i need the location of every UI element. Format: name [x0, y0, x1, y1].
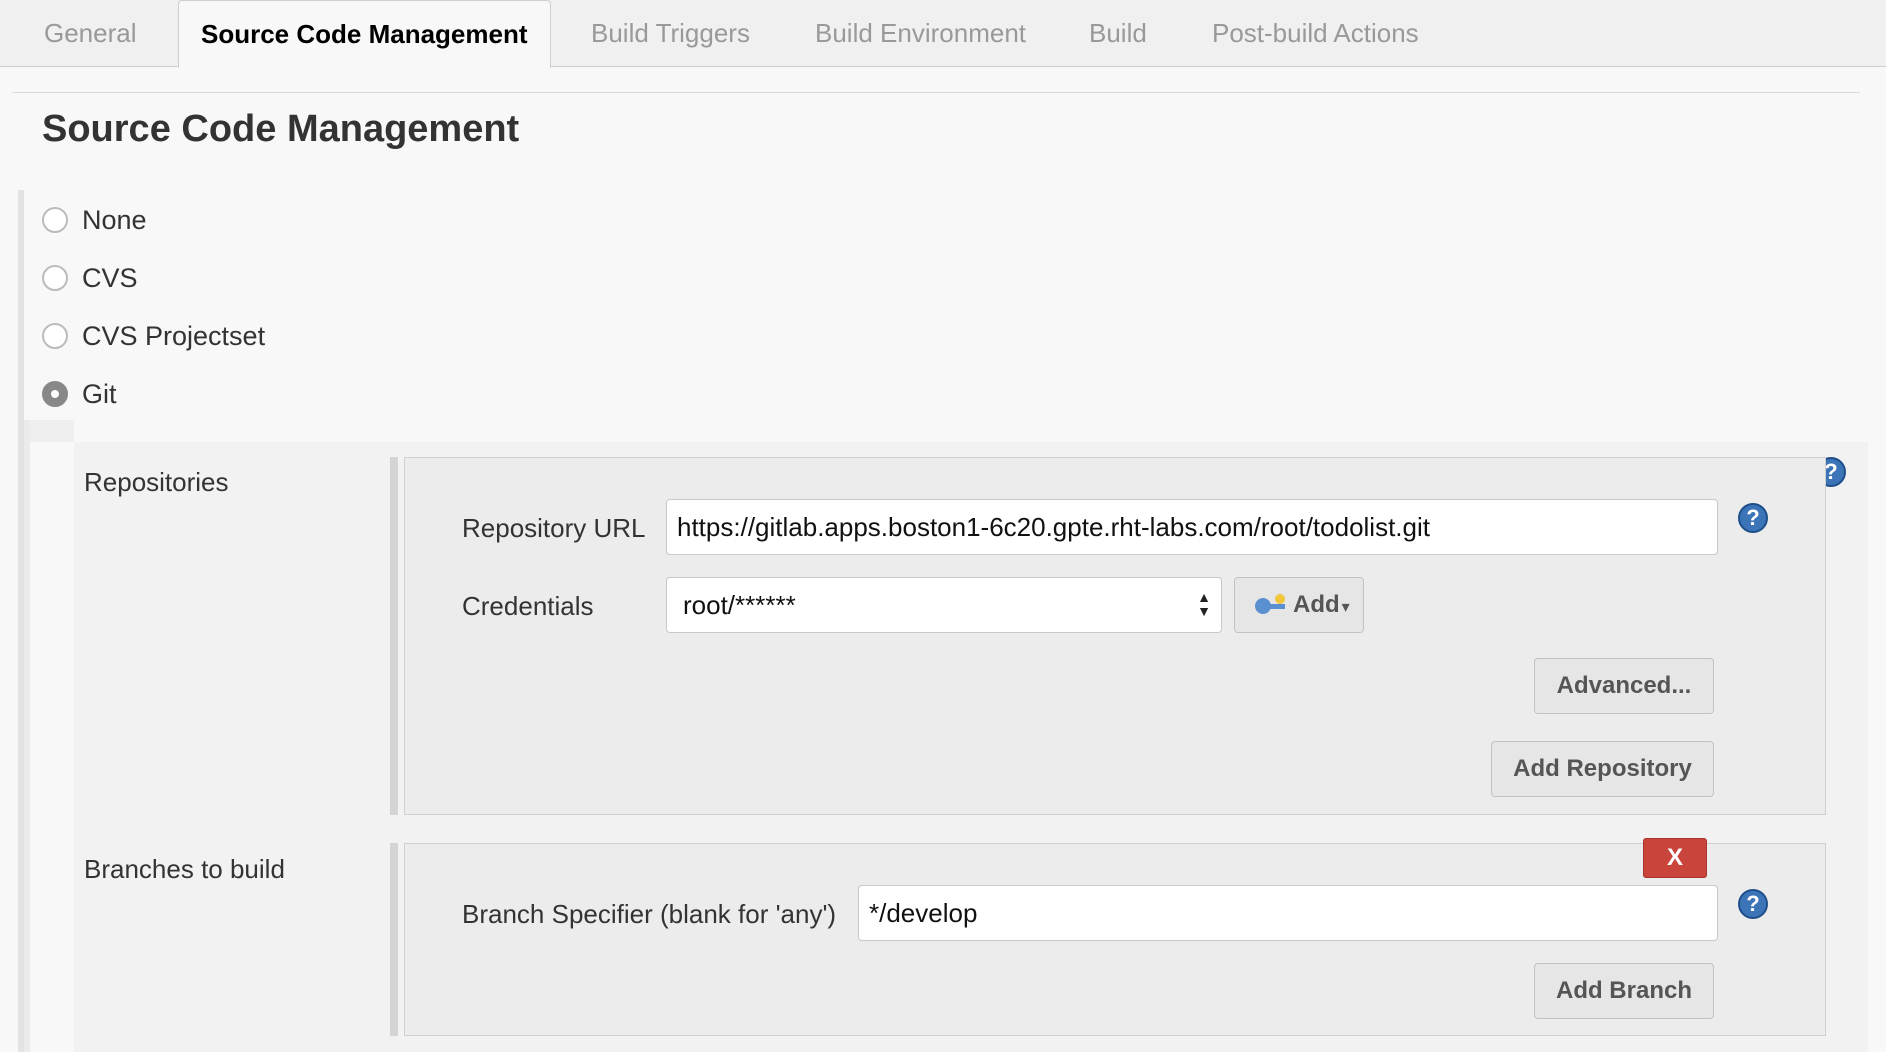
key-icon: [1255, 593, 1287, 616]
repositories-box-edge: [390, 457, 398, 815]
radio-cvs-projectset[interactable]: [42, 323, 68, 349]
branches-box-edge: [390, 843, 398, 1036]
radio-cvs[interactable]: [42, 265, 68, 291]
repositories-label: Repositories: [84, 467, 229, 497]
select-arrows-icon: ▲ ▼: [1197, 589, 1211, 619]
branch-specifier-input[interactable]: */develop: [858, 885, 1718, 941]
add-credentials-button[interactable]: Add ▾: [1234, 577, 1364, 633]
tab-bar: General Source Code Management Build Tri…: [0, 0, 1886, 68]
page-title: Source Code Management: [42, 108, 520, 150]
credentials-label: Credentials: [462, 591, 594, 621]
branches-label: Branches to build: [84, 854, 285, 884]
radio-none[interactable]: [42, 207, 68, 233]
tab-post-build-actions[interactable]: Post-build Actions: [1212, 0, 1419, 67]
repository-url-input[interactable]: https://gitlab.apps.boston1-6c20.gpte.rh…: [666, 499, 1718, 555]
add-repository-button[interactable]: Add Repository: [1491, 741, 1714, 797]
dropdown-caret-icon: ▾: [1341, 599, 1350, 616]
radio-label-cvs: CVS: [82, 262, 138, 293]
tab-build[interactable]: Build: [1089, 0, 1147, 67]
scm-option-none[interactable]: None: [42, 200, 147, 240]
branch-specifier-help-icon[interactable]: ?: [1738, 889, 1768, 919]
git-left-bar: [24, 420, 30, 1052]
tab-source-code-management[interactable]: Source Code Management: [178, 0, 551, 68]
repository-url-label: Repository URL: [462, 513, 646, 543]
radio-label-cvs-projectset: CVS Projectset: [82, 320, 266, 351]
credentials-select[interactable]: root/****** ▲ ▼: [666, 577, 1222, 633]
tab-build-environment[interactable]: Build Environment: [815, 0, 1026, 67]
advanced-button[interactable]: Advanced...: [1534, 658, 1714, 714]
credentials-selected-value: root/******: [683, 590, 796, 620]
radio-git[interactable]: [42, 381, 68, 407]
scm-option-cvs[interactable]: CVS: [42, 258, 138, 298]
tab-build-triggers[interactable]: Build Triggers: [591, 0, 750, 67]
add-branch-button[interactable]: Add Branch: [1534, 963, 1714, 1019]
section-divider: [12, 92, 1860, 93]
radio-label-none: None: [82, 204, 147, 235]
tab-general[interactable]: General: [44, 0, 137, 67]
scm-option-cvs-projectset[interactable]: CVS Projectset: [42, 316, 265, 356]
delete-branch-button[interactable]: X: [1643, 838, 1707, 878]
branch-specifier-label: Branch Specifier (blank for 'any'): [462, 899, 837, 929]
radio-label-git: Git: [82, 378, 117, 409]
add-credentials-label: Add: [1293, 591, 1340, 618]
git-panel-notch: [30, 420, 74, 442]
repository-url-help-icon[interactable]: ?: [1738, 503, 1768, 533]
scm-option-git[interactable]: Git: [42, 374, 117, 414]
